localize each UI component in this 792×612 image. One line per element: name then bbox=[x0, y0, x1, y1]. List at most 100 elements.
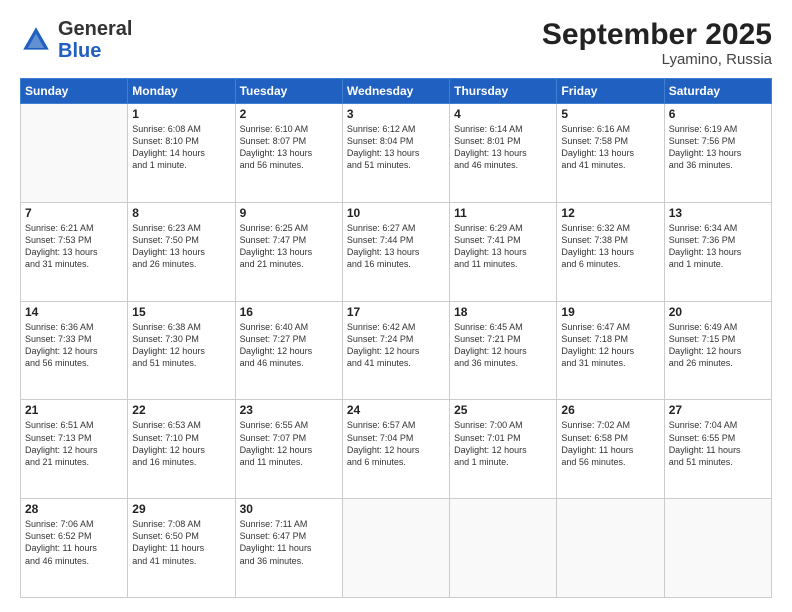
day-info: Sunrise: 7:00 AM Sunset: 7:01 PM Dayligh… bbox=[454, 419, 552, 468]
logo: General Blue bbox=[20, 18, 132, 62]
day-number: 4 bbox=[454, 107, 552, 121]
day-info: Sunrise: 7:06 AM Sunset: 6:52 PM Dayligh… bbox=[25, 518, 123, 567]
day-number: 15 bbox=[132, 305, 230, 319]
day-number: 16 bbox=[240, 305, 338, 319]
day-number: 17 bbox=[347, 305, 445, 319]
calendar-cell: 28 Sunrise: 7:06 AM Sunset: 6:52 PM Dayli… bbox=[21, 499, 128, 598]
day-number: 20 bbox=[669, 305, 767, 319]
calendar-cell: 17 Sunrise: 6:42 AM Sunset: 7:24 PM Dayli… bbox=[342, 301, 449, 400]
day-info: Sunrise: 6:40 AM Sunset: 7:27 PM Dayligh… bbox=[240, 321, 338, 370]
col-friday: Friday bbox=[557, 79, 664, 104]
day-info: Sunrise: 6:10 AM Sunset: 8:07 PM Dayligh… bbox=[240, 123, 338, 172]
calendar-cell: 22 Sunrise: 6:53 AM Sunset: 7:10 PM Dayli… bbox=[128, 400, 235, 499]
day-number: 28 bbox=[25, 502, 123, 516]
title-block: September 2025 Lyamino, Russia bbox=[542, 18, 772, 68]
day-number: 3 bbox=[347, 107, 445, 121]
day-number: 19 bbox=[561, 305, 659, 319]
calendar-table: Sunday Monday Tuesday Wednesday Thursday… bbox=[20, 78, 772, 598]
day-info: Sunrise: 7:08 AM Sunset: 6:50 PM Dayligh… bbox=[132, 518, 230, 567]
day-number: 2 bbox=[240, 107, 338, 121]
calendar-week-5: 28 Sunrise: 7:06 AM Sunset: 6:52 PM Dayli… bbox=[21, 499, 772, 598]
col-saturday: Saturday bbox=[664, 79, 771, 104]
day-info: Sunrise: 6:49 AM Sunset: 7:15 PM Dayligh… bbox=[669, 321, 767, 370]
calendar-cell: 8 Sunrise: 6:23 AM Sunset: 7:50 PM Daylig… bbox=[128, 202, 235, 301]
col-tuesday: Tuesday bbox=[235, 79, 342, 104]
day-number: 13 bbox=[669, 206, 767, 220]
calendar-cell: 19 Sunrise: 6:47 AM Sunset: 7:18 PM Dayli… bbox=[557, 301, 664, 400]
calendar-cell: 2 Sunrise: 6:10 AM Sunset: 8:07 PM Daylig… bbox=[235, 104, 342, 203]
calendar-cell: 3 Sunrise: 6:12 AM Sunset: 8:04 PM Daylig… bbox=[342, 104, 449, 203]
day-number: 8 bbox=[132, 206, 230, 220]
col-monday: Monday bbox=[128, 79, 235, 104]
day-info: Sunrise: 6:32 AM Sunset: 7:38 PM Dayligh… bbox=[561, 222, 659, 271]
calendar-cell: 11Sunrise: 6:29 AM Sunset: 7:41 PM Dayli… bbox=[450, 202, 557, 301]
calendar-cell: 4Sunrise: 6:14 AM Sunset: 8:01 PM Daylig… bbox=[450, 104, 557, 203]
calendar-cell: 25Sunrise: 7:00 AM Sunset: 7:01 PM Dayli… bbox=[450, 400, 557, 499]
calendar-cell: 29 Sunrise: 7:08 AM Sunset: 6:50 PM Dayli… bbox=[128, 499, 235, 598]
day-info: Sunrise: 6:53 AM Sunset: 7:10 PM Dayligh… bbox=[132, 419, 230, 468]
calendar-cell: 20 Sunrise: 6:49 AM Sunset: 7:15 PM Dayli… bbox=[664, 301, 771, 400]
day-info: Sunrise: 6:55 AM Sunset: 7:07 PM Dayligh… bbox=[240, 419, 338, 468]
day-number: 7 bbox=[25, 206, 123, 220]
col-thursday: Thursday bbox=[450, 79, 557, 104]
calendar-cell: 12 Sunrise: 6:32 AM Sunset: 7:38 PM Dayli… bbox=[557, 202, 664, 301]
day-number: 22 bbox=[132, 403, 230, 417]
day-info: Sunrise: 6:51 AM Sunset: 7:13 PM Dayligh… bbox=[25, 419, 123, 468]
day-number: 26 bbox=[561, 403, 659, 417]
calendar-cell: 6 Sunrise: 6:19 AM Sunset: 7:56 PM Daylig… bbox=[664, 104, 771, 203]
calendar-week-2: 7 Sunrise: 6:21 AM Sunset: 7:53 PM Daylig… bbox=[21, 202, 772, 301]
day-info: Sunrise: 7:04 AM Sunset: 6:55 PM Dayligh… bbox=[669, 419, 767, 468]
calendar-cell: 24 Sunrise: 6:57 AM Sunset: 7:04 PM Dayli… bbox=[342, 400, 449, 499]
day-info: Sunrise: 6:19 AM Sunset: 7:56 PM Dayligh… bbox=[669, 123, 767, 172]
calendar-week-3: 14Sunrise: 6:36 AM Sunset: 7:33 PM Dayli… bbox=[21, 301, 772, 400]
calendar-cell: 21Sunrise: 6:51 AM Sunset: 7:13 PM Dayli… bbox=[21, 400, 128, 499]
day-info: Sunrise: 6:42 AM Sunset: 7:24 PM Dayligh… bbox=[347, 321, 445, 370]
page: General Blue September 2025 Lyamino, Rus… bbox=[0, 0, 792, 612]
day-number: 23 bbox=[240, 403, 338, 417]
day-number: 6 bbox=[669, 107, 767, 121]
logo-icon bbox=[20, 24, 52, 56]
logo-general: General bbox=[58, 18, 132, 40]
day-number: 24 bbox=[347, 403, 445, 417]
day-info: Sunrise: 6:57 AM Sunset: 7:04 PM Dayligh… bbox=[347, 419, 445, 468]
day-info: Sunrise: 7:02 AM Sunset: 6:58 PM Dayligh… bbox=[561, 419, 659, 468]
calendar-cell: 14Sunrise: 6:36 AM Sunset: 7:33 PM Dayli… bbox=[21, 301, 128, 400]
calendar-week-1: 1 Sunrise: 6:08 AM Sunset: 8:10 PM Daylig… bbox=[21, 104, 772, 203]
day-info: Sunrise: 6:12 AM Sunset: 8:04 PM Dayligh… bbox=[347, 123, 445, 172]
calendar-cell: 16 Sunrise: 6:40 AM Sunset: 7:27 PM Dayli… bbox=[235, 301, 342, 400]
day-number: 29 bbox=[132, 502, 230, 516]
calendar-header-row: Sunday Monday Tuesday Wednesday Thursday… bbox=[21, 79, 772, 104]
header: General Blue September 2025 Lyamino, Rus… bbox=[20, 18, 772, 68]
calendar-cell bbox=[450, 499, 557, 598]
day-info: Sunrise: 6:47 AM Sunset: 7:18 PM Dayligh… bbox=[561, 321, 659, 370]
day-number: 10 bbox=[347, 206, 445, 220]
calendar-cell: 23 Sunrise: 6:55 AM Sunset: 7:07 PM Dayli… bbox=[235, 400, 342, 499]
day-number: 27 bbox=[669, 403, 767, 417]
calendar-cell: 15 Sunrise: 6:38 AM Sunset: 7:30 PM Dayli… bbox=[128, 301, 235, 400]
logo-blue: Blue bbox=[58, 40, 101, 62]
calendar-cell bbox=[557, 499, 664, 598]
calendar-cell: 9 Sunrise: 6:25 AM Sunset: 7:47 PM Daylig… bbox=[235, 202, 342, 301]
calendar-cell bbox=[21, 104, 128, 203]
day-number: 9 bbox=[240, 206, 338, 220]
day-info: Sunrise: 6:25 AM Sunset: 7:47 PM Dayligh… bbox=[240, 222, 338, 271]
day-info: Sunrise: 6:16 AM Sunset: 7:58 PM Dayligh… bbox=[561, 123, 659, 172]
logo-text: General Blue bbox=[58, 18, 132, 62]
day-info: Sunrise: 6:34 AM Sunset: 7:36 PM Dayligh… bbox=[669, 222, 767, 271]
day-info: Sunrise: 6:23 AM Sunset: 7:50 PM Dayligh… bbox=[132, 222, 230, 271]
calendar-cell bbox=[342, 499, 449, 598]
day-number: 18 bbox=[454, 305, 552, 319]
day-info: Sunrise: 6:45 AM Sunset: 7:21 PM Dayligh… bbox=[454, 321, 552, 370]
day-info: Sunrise: 6:21 AM Sunset: 7:53 PM Dayligh… bbox=[25, 222, 123, 271]
calendar-cell: 26 Sunrise: 7:02 AM Sunset: 6:58 PM Dayli… bbox=[557, 400, 664, 499]
day-number: 1 bbox=[132, 107, 230, 121]
day-number: 12 bbox=[561, 206, 659, 220]
day-info: Sunrise: 6:38 AM Sunset: 7:30 PM Dayligh… bbox=[132, 321, 230, 370]
day-info: Sunrise: 6:08 AM Sunset: 8:10 PM Dayligh… bbox=[132, 123, 230, 172]
calendar-cell: 5Sunrise: 6:16 AM Sunset: 7:58 PM Daylig… bbox=[557, 104, 664, 203]
calendar-cell: 13 Sunrise: 6:34 AM Sunset: 7:36 PM Dayli… bbox=[664, 202, 771, 301]
calendar-cell: 30Sunrise: 7:11 AM Sunset: 6:47 PM Dayli… bbox=[235, 499, 342, 598]
month-title: September 2025 bbox=[542, 18, 772, 51]
day-info: Sunrise: 6:36 AM Sunset: 7:33 PM Dayligh… bbox=[25, 321, 123, 370]
calendar-cell bbox=[664, 499, 771, 598]
